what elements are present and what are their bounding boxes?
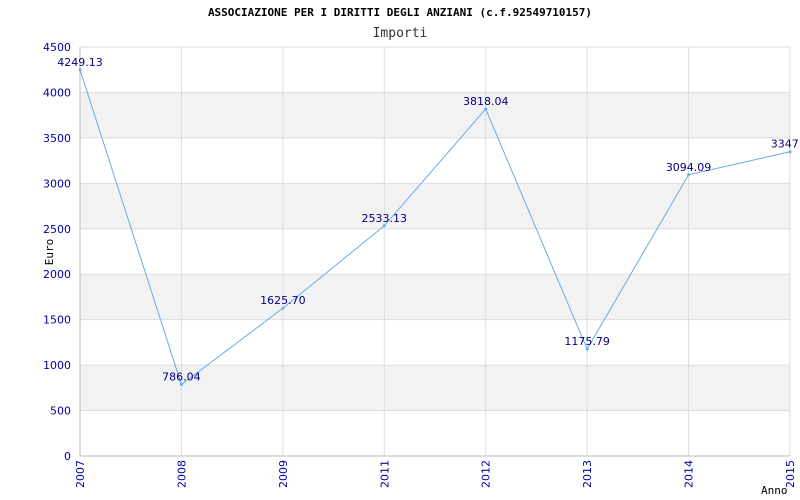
data-label: 4249.13 [57, 56, 103, 69]
x-tick-labels: 2007 2008 2009 2011 2012 2013 2014 2015 [74, 460, 797, 488]
chart-subtitle: Importi [373, 26, 428, 41]
y-tick-label: 4000 [43, 86, 71, 99]
data-label: 786.04 [162, 371, 201, 384]
y-tick-label: 3000 [43, 177, 71, 190]
y-tick-label: 500 [50, 405, 71, 418]
y-tick-label: 2000 [43, 268, 71, 281]
x-tick-label: 2008 [175, 460, 188, 488]
chart-title: ASSOCIAZIONE PER I DIRITTI DEGLI ANZIANI… [208, 6, 592, 19]
data-label: 3818.04 [463, 95, 509, 108]
x-tick-label: 2011 [378, 460, 391, 488]
line-chart: 0 500 1000 1500 2000 2500 3000 3500 4000 4500 200… [43, 6, 800, 497]
y-tick-label: 1500 [43, 314, 71, 327]
y-axis-label: Euro [43, 239, 56, 266]
y-tick-label: 2500 [43, 223, 71, 236]
y-tick-label: 1000 [43, 359, 71, 372]
x-tick-label: 2013 [581, 460, 594, 488]
grid-band [80, 92, 790, 138]
x-tick-label: 2007 [74, 460, 87, 488]
data-label: 3094.09 [666, 161, 712, 174]
data-label: 1175.79 [564, 335, 610, 348]
grid-band [80, 183, 790, 229]
x-axis-label: Anno [761, 484, 788, 497]
data-label: 1625.70 [260, 294, 306, 307]
grid-band [80, 274, 790, 320]
x-tick-label: 2012 [480, 460, 493, 488]
data-label: 2533.13 [362, 212, 408, 225]
background-bands [80, 92, 790, 411]
x-tick-label: 2009 [277, 460, 290, 488]
y-tick-label: 3500 [43, 132, 71, 145]
y-tick-label: 0 [64, 450, 71, 463]
data-label: 3347.8 [771, 138, 800, 151]
y-tick-label: 4500 [43, 41, 71, 54]
x-tick-label: 2014 [683, 460, 696, 488]
